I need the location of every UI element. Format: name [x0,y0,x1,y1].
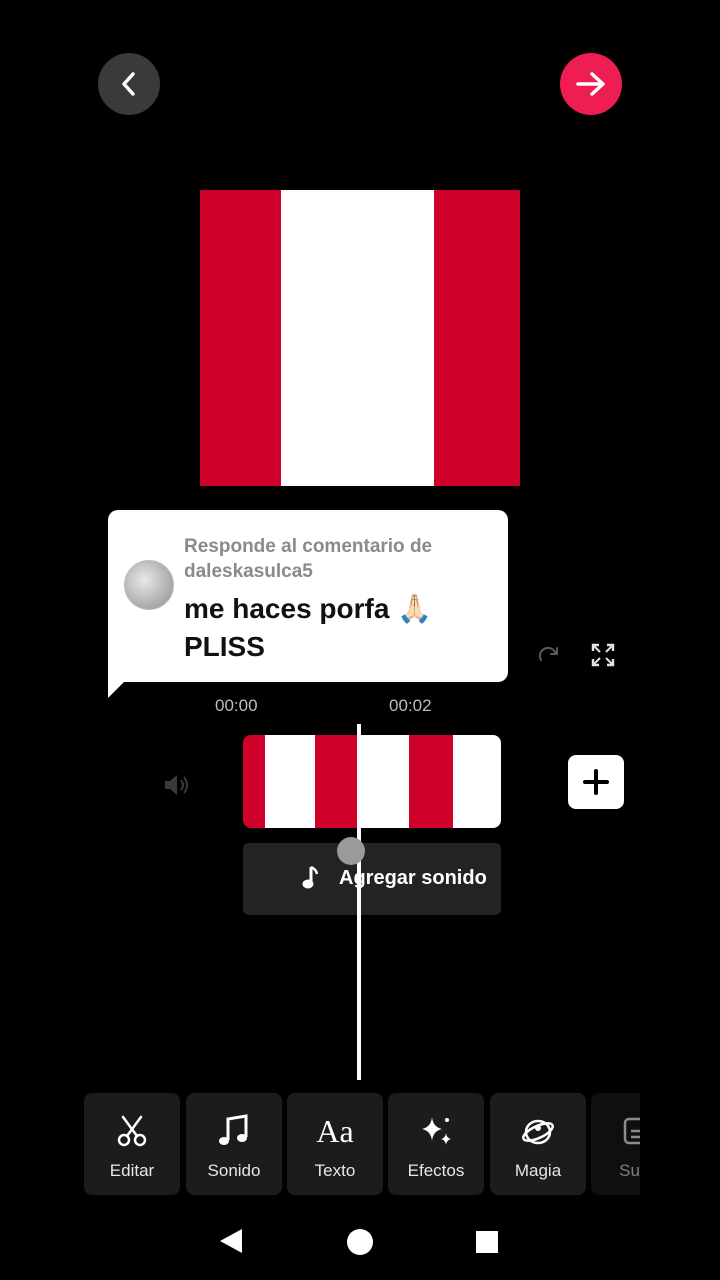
comment-text: me haces porfa 🙏🏻 PLISS [184,593,433,662]
chevron-left-icon [122,72,135,96]
sticker-tail [108,672,134,698]
sparkles-icon [418,1113,454,1149]
tool-subtitulos-clip: Subtí [591,1093,640,1195]
scissors-icon [115,1113,149,1149]
playhead[interactable] [357,724,361,1080]
fullscreen-icon[interactable] [586,638,620,672]
add-sound-button[interactable]: Agregar sonido [243,843,501,915]
magic-icon [520,1113,556,1149]
music-note-icon [218,1113,250,1149]
nav-back-icon[interactable] [216,1226,246,1261]
tool-label: Subtí [619,1161,640,1180]
arrow-right-icon [576,72,605,96]
nav-recents-icon[interactable] [475,1230,499,1259]
nav-home-icon[interactable] [346,1228,374,1261]
tool-label: Efectos [407,1161,465,1180]
tool-subtitulos[interactable]: Subtí [591,1093,640,1195]
captions-icon [622,1113,640,1149]
text-icon: Aa [316,1112,354,1149]
reply-label: Responde al comentario de daleskasulca5 [184,536,433,582]
tool-label: Editar [109,1161,155,1180]
plus-icon [583,769,609,795]
add-sound-label: Agregar sonido [339,867,487,889]
tool-label: Sonido [207,1161,261,1180]
tool-label: Magia [514,1161,562,1180]
peru-flag-image [200,190,520,486]
redo-icon[interactable] [532,638,566,672]
tool-texto[interactable]: Aa Texto [287,1093,383,1195]
volume-icon[interactable] [160,768,194,802]
tool-label: Texto [314,1161,356,1180]
music-note-icon [302,865,319,889]
back-button[interactable] [98,53,160,115]
tool-sonido[interactable]: Sonido [186,1093,282,1195]
add-clip-button[interactable] [568,755,624,809]
tool-efectos[interactable]: Efectos [388,1093,484,1195]
reply-comment-sticker[interactable]: Responde al comentario de daleskasulca5 … [108,510,508,682]
avatar [124,560,174,610]
tool-magia[interactable]: Magia [490,1093,586,1195]
time-start: 00:00 [215,696,258,715]
next-button[interactable] [560,53,622,115]
video-clip-track[interactable] [243,735,501,828]
tool-editar[interactable]: Editar [84,1093,180,1195]
time-mark: 00:02 [389,696,432,715]
playhead-knob[interactable] [337,837,365,865]
